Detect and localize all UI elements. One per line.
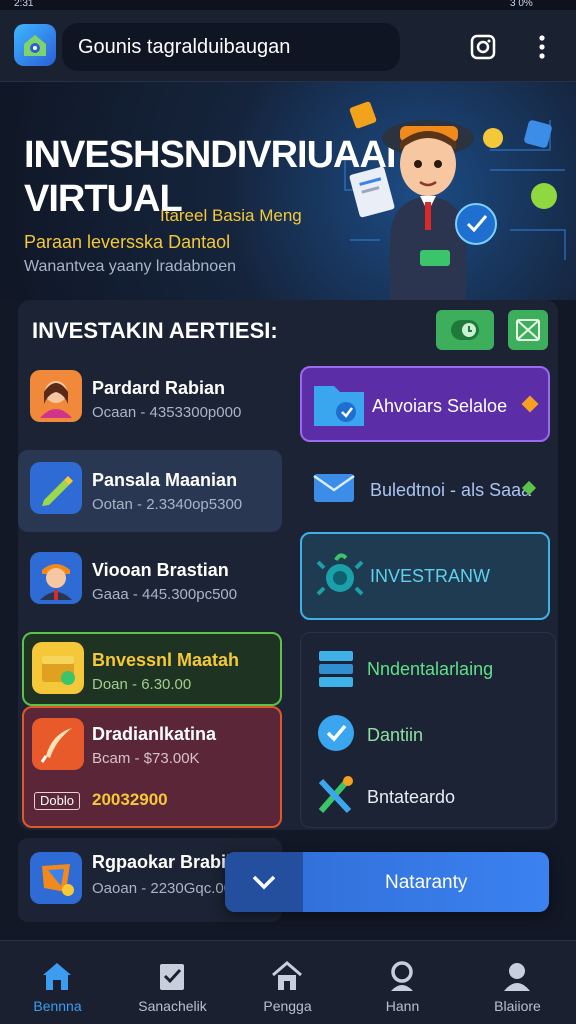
pencil-icon	[30, 462, 82, 514]
quill-icon	[32, 718, 84, 770]
diamond-icon	[521, 395, 539, 413]
card-amount: Bcam - $73.00K	[92, 750, 200, 767]
primary-action-label: Nataranty	[385, 872, 468, 893]
card-amount: Gaaa - 445.300pc500	[92, 586, 238, 603]
house-icon	[268, 957, 306, 995]
folder-icon	[314, 386, 364, 426]
nav-label: Bennna	[33, 998, 82, 1014]
feature-label: Ahvoiars Selaloe	[372, 396, 508, 416]
card-amount: Ocaan - 4353300p000	[92, 404, 242, 421]
mascot-illustration-icon	[344, 101, 566, 300]
feature-card[interactable]: Ahvoiars Selaloe	[300, 366, 550, 442]
card-name: Viooan Brastian	[92, 560, 229, 580]
nav-label: Hann	[385, 998, 420, 1014]
tools-icon	[318, 776, 353, 814]
hero-tagline: Paraan leversska Dantaol	[24, 232, 231, 252]
avatar-woman-icon	[30, 370, 82, 422]
app-logo-icon[interactable]	[14, 24, 56, 66]
feature-label: Dantiin	[367, 725, 424, 745]
nav-item-home[interactable]: Bennna	[0, 941, 115, 1024]
search-field[interactable]: Gounis tagralduibaugan	[62, 23, 400, 71]
status-time: 2:31	[14, 0, 34, 9]
camera-icon[interactable]	[468, 32, 498, 62]
card-amount: Ootan - 2.3340op5300	[92, 496, 243, 513]
investment-card-highlighted[interactable]: Bnvessnl Maatah Doan - 6.30.00	[22, 632, 282, 706]
search-text: Gounis tagralduibaugan	[78, 35, 291, 58]
close-panel-button[interactable]	[508, 310, 548, 350]
mail-x-icon	[516, 319, 540, 341]
investment-card[interactable]: Pardard Rabian Ocaan - 4353300p000	[18, 358, 282, 444]
checklist-icon	[153, 957, 191, 995]
nav-label: Pengga	[263, 998, 312, 1014]
card-value: 20032900	[92, 790, 168, 809]
card-amount: Doan - 6.30.00	[92, 676, 192, 693]
hero-description: Wanantvea yaany lradabnoen	[24, 258, 236, 275]
hero-subtitle: Itareel Basia Meng	[160, 206, 302, 225]
hero-banner: INVESHSNDIVRIUAAI VIRTUAL Itareel Basia …	[0, 82, 576, 300]
mail-check-icon	[313, 474, 355, 502]
investment-card[interactable]: Viooan Brastian Gaaa - 445.300pc500	[18, 538, 282, 622]
section-title: INVESTAKIN AERTIESI:	[32, 318, 278, 343]
feature-label: Bntateardo	[367, 787, 456, 807]
toggle-view-button[interactable]	[436, 310, 494, 350]
hero-title-line2: VIRTUAL	[24, 178, 183, 220]
home-icon	[38, 957, 76, 995]
feature-label: Buledtnoi - als Saaa	[370, 480, 532, 500]
shield-check-icon	[318, 715, 354, 751]
nav-label: Sanachelik	[138, 998, 207, 1014]
avatar-man-icon	[30, 552, 82, 604]
toggle-icon	[451, 320, 479, 340]
card-tag-badge: Doblo	[34, 792, 80, 810]
card-name: Dradianlkatina	[92, 724, 217, 744]
card-name: Bnvessnl Maatah	[92, 650, 240, 670]
nav-item-page[interactable]: Pengga	[230, 941, 345, 1024]
card-name: Pardard Rabian	[92, 378, 226, 398]
status-bar: 2:31 3 0%	[0, 0, 576, 10]
feature-card[interactable]: Buledtnoi - als Saaa	[300, 450, 550, 526]
shield-chart-icon	[30, 852, 82, 904]
more-options-icon[interactable]	[527, 32, 557, 62]
bottom-navigation: Bennna Sanachelik Pengga Hann Blaiiore	[0, 940, 576, 1024]
nav-item-search[interactable]: Sanachelik	[115, 941, 230, 1024]
status-battery: 3 0%	[510, 0, 533, 9]
user-search-icon	[383, 957, 421, 995]
feature-label: INVESTRANW	[370, 566, 491, 586]
feature-card-active[interactable]: INVESTRANW	[300, 532, 550, 620]
card-name: Pansala Maanian	[92, 470, 238, 490]
nav-item-user[interactable]: Hann	[345, 941, 460, 1024]
investment-card-selected[interactable]: Dradianlkatina Bcam - $73.00K Doblo 2003…	[22, 706, 282, 828]
investment-card[interactable]: Pansala Maanian Ootan - 2.3340op5300	[18, 450, 282, 532]
bug-gear-icon	[316, 553, 364, 596]
treasure-box-icon	[32, 642, 84, 694]
nav-label: Blaiiore	[494, 998, 541, 1014]
feature-label: Nndentalarlaing	[367, 659, 494, 679]
profile-icon	[498, 957, 536, 995]
top-bar: Gounis tagralduibaugan	[0, 10, 576, 82]
card-amount: Oaoan - 2230Gqc.000	[92, 880, 241, 897]
nav-item-profile[interactable]: Blaiiore	[460, 941, 575, 1024]
storage-stack-icon	[319, 651, 353, 687]
feature-list-card: Nndentalarlaing Dantiin Bntateardo	[300, 632, 556, 828]
chevron-down-icon[interactable]	[225, 852, 303, 912]
primary-action-button[interactable]: Nataranty	[225, 852, 549, 912]
